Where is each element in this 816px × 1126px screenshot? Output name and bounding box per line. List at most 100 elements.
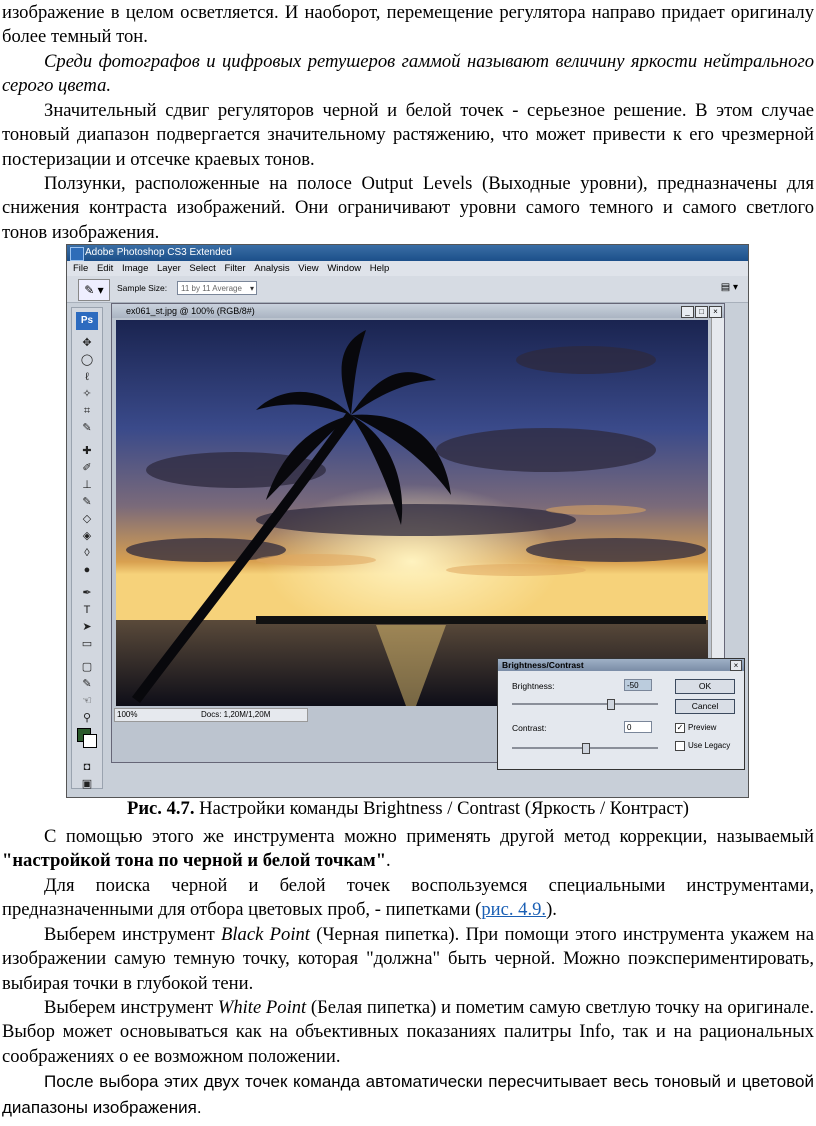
menu-image[interactable]: Image	[122, 261, 148, 276]
paragraph-8-italic: White Point	[217, 997, 307, 1018]
screen-mode-icon[interactable]: ▣	[80, 777, 94, 791]
preview-checkbox[interactable]: ✓ Preview	[675, 723, 716, 733]
history-brush-icon[interactable]: ✎	[80, 495, 94, 509]
brightness-label: Brightness:	[512, 681, 555, 691]
zoom-tool-icon[interactable]: ⚲	[80, 711, 94, 725]
brightness-slider-track[interactable]	[512, 703, 658, 705]
caption-text: Настройки команды Brightness / Contrast …	[194, 798, 690, 819]
menu-select[interactable]: Select	[189, 261, 215, 276]
lasso-tool-icon[interactable]: ℓ	[80, 370, 94, 384]
brightness-slider-thumb[interactable]	[606, 699, 615, 710]
paragraph-3-text: Значительный сдвиг регуляторов черной и …	[2, 100, 814, 170]
eyedropper-tool-icon[interactable]: ✎	[80, 421, 94, 435]
eraser-tool-icon[interactable]: ◇	[80, 512, 94, 526]
eyedropper-tool-preset[interactable]: ✎ ▾	[78, 279, 110, 301]
paragraph-4-text: Ползунки, расположенные на полосе Output…	[2, 173, 814, 243]
menubar: File Edit Image Layer Select Filter Anal…	[67, 261, 748, 276]
notes-tool-icon[interactable]: ▢	[80, 660, 94, 674]
menu-layer[interactable]: Layer	[157, 261, 181, 276]
close-icon[interactable]: ×	[709, 306, 722, 318]
figure-4-9-link[interactable]: рис. 4.9.	[481, 899, 546, 920]
preview-check-icon: ✓	[675, 723, 685, 733]
zoom-level[interactable]: 100%	[117, 709, 137, 721]
brush-tool-icon[interactable]: ✐	[80, 461, 94, 475]
app-titlebar: Adobe Photoshop CS3 Extended	[67, 245, 748, 261]
document-title: ex061_st.jpg @ 100% (RGB/8#)	[126, 306, 255, 316]
dialog-close-icon[interactable]: ×	[730, 660, 742, 671]
document-titlebar: ex061_st.jpg @ 100% (RGB/8#) _ □ ×	[112, 304, 724, 318]
blur-tool-icon[interactable]: ◊	[80, 546, 94, 560]
type-tool-icon[interactable]: T	[80, 603, 94, 617]
toolbox: Ps ✥ ◯ ℓ ✧ ⌗ ✎ ✚ ✐ ⊥ ✎ ◇ ◈ ◊ ● ✒ T ➤ ▭ ▢…	[71, 307, 103, 791]
marquee-tool-icon[interactable]: ◯	[80, 353, 94, 367]
contrast-label: Contrast:	[512, 723, 547, 733]
app-title: Adobe Photoshop CS3 Extended	[85, 247, 232, 258]
photoshop-screenshot: Adobe Photoshop CS3 Extended File Edit I…	[66, 244, 749, 798]
maximize-icon[interactable]: □	[695, 306, 708, 318]
quick-mask-icon[interactable]: ◘	[80, 760, 94, 774]
caption-number: Рис. 4.7.	[126, 798, 195, 819]
paragraph-5-end: .	[386, 850, 391, 872]
hand-tool-icon[interactable]: ☜	[80, 694, 94, 708]
paint-bucket-icon[interactable]: ◈	[80, 529, 94, 543]
menu-file[interactable]: File	[73, 261, 88, 276]
paragraph-1: изображение в целом осветляется. И наобо…	[2, 1, 814, 50]
crop-tool-icon[interactable]: ⌗	[80, 404, 94, 418]
brightness-input[interactable]: -50	[624, 679, 652, 691]
menu-help[interactable]: Help	[370, 261, 390, 276]
menu-filter[interactable]: Filter	[224, 261, 245, 276]
paragraph-4: Ползунки, расположенные на полосе Output…	[2, 172, 814, 245]
background-color-swatch[interactable]	[83, 734, 97, 748]
magic-wand-icon[interactable]: ✧	[80, 387, 94, 401]
paragraph-8-text: Выберем инструмент	[44, 997, 218, 1018]
eyedropper-active-icon[interactable]: ✎	[80, 677, 94, 691]
figure-caption: Рис. 4.7. Настройки команды Brightness /…	[0, 798, 816, 820]
menu-view[interactable]: View	[298, 261, 318, 276]
legacy-check-icon	[675, 741, 685, 751]
legacy-checkbox[interactable]: Use Legacy	[675, 741, 730, 751]
sunset-palm-photo	[116, 320, 708, 706]
dialog-title: Brightness/Contrast	[498, 659, 744, 671]
paragraph-5-text: С помощью этого же инструмента можно при…	[44, 826, 814, 847]
healing-brush-icon[interactable]: ✚	[80, 444, 94, 458]
minimize-icon[interactable]: _	[681, 306, 694, 318]
dodge-tool-icon[interactable]: ●	[80, 563, 94, 577]
eyedropper-icon: ✎	[84, 283, 95, 297]
status-bar: 100% Docs: 1,20M/1,20M	[114, 708, 308, 722]
path-selection-icon[interactable]: ➤	[80, 620, 94, 634]
ok-button[interactable]: OK	[675, 679, 735, 694]
preview-label: Preview	[688, 723, 717, 733]
paragraph-3: Значительный сдвиг регуляторов черной и …	[2, 99, 814, 172]
window-controls: _ □ ×	[680, 305, 722, 319]
brightness-contrast-dialog: Brightness/Contrast × Brightness: -50 Co…	[497, 658, 745, 770]
document-size: Docs: 1,20M/1,20M	[201, 710, 271, 719]
paragraph-8: Выберем инструмент White Point (Белая пи…	[2, 996, 814, 1069]
paragraph-5: С помощью этого же инструмента можно при…	[2, 825, 814, 874]
workspace-icon[interactable]: ▤ ▾	[721, 282, 738, 293]
menu-edit[interactable]: Edit	[97, 261, 113, 276]
photoshop-app-icon	[70, 247, 84, 261]
sample-size-label: Sample Size:	[117, 283, 168, 293]
shape-tool-icon[interactable]: ▭	[80, 637, 94, 651]
sample-size-select[interactable]: 11 by 11 Average	[177, 281, 257, 296]
paragraph-7: Выберем инструмент Black Point (Черная п…	[2, 923, 814, 996]
paragraph-2: Среди фотографов и цифровых ретушеров га…	[2, 50, 814, 99]
move-tool-icon[interactable]: ✥	[80, 336, 94, 350]
menu-analysis[interactable]: Analysis	[254, 261, 289, 276]
paragraph-9-text: После выбора этих двух точек команда авт…	[2, 1072, 814, 1117]
paragraph-6-end: ).	[546, 899, 557, 921]
menu-window[interactable]: Window	[327, 261, 361, 276]
pen-tool-icon[interactable]: ✒	[80, 586, 94, 600]
legacy-label: Use Legacy	[688, 741, 731, 751]
options-bar: ✎ ▾ Sample Size: 11 by 11 Average ▤ ▾	[67, 276, 748, 303]
contrast-input[interactable]: 0	[624, 721, 652, 733]
paragraph-7-text: Выберем инструмент	[44, 924, 222, 945]
paragraph-2-text: Среди фотографов и цифровых ретушеров га…	[2, 51, 814, 97]
paragraph-1-text: изображение в целом осветляется. И наобо…	[2, 2, 814, 48]
paragraph-5-bold: "настройкой тона по черной и белой точка…	[2, 850, 387, 872]
paragraph-6-text: Для поиска черной и белой точек воспольз…	[2, 875, 814, 921]
clone-stamp-icon[interactable]: ⊥	[80, 478, 94, 492]
cancel-button[interactable]: Cancel	[675, 699, 735, 714]
contrast-slider-thumb[interactable]	[582, 743, 590, 754]
ps-logo: Ps	[76, 312, 98, 330]
